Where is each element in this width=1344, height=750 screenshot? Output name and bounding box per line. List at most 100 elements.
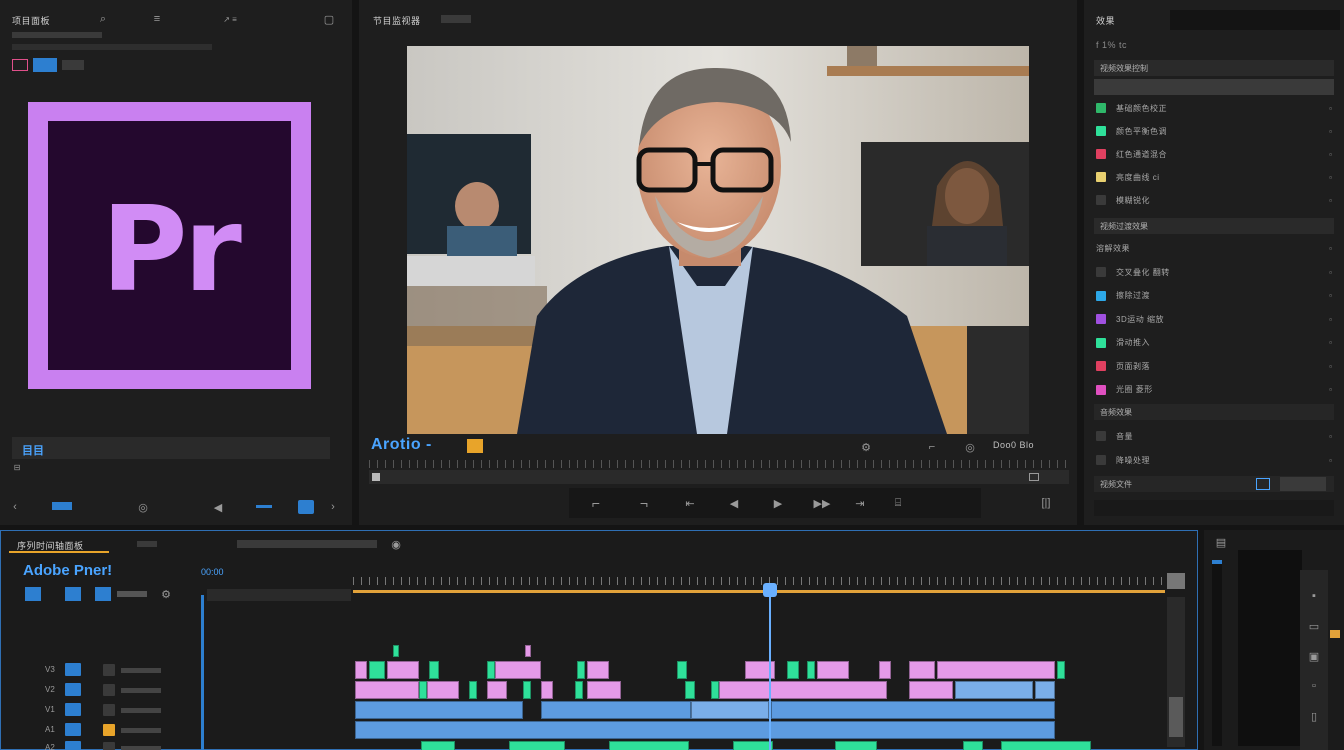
- new-bin-icon[interactable]: [1256, 478, 1270, 490]
- track-mute-toggle[interactable]: [121, 746, 161, 750]
- mute-icon[interactable]: ▭: [1307, 620, 1321, 633]
- meter-scale-icon[interactable]: ▫: [1307, 680, 1321, 692]
- zoom-slider-top[interactable]: [1167, 573, 1185, 589]
- playhead-timecode[interactable]: 00:00: [201, 567, 224, 577]
- play-icon[interactable]: ▶: [767, 494, 789, 512]
- zoom-icon[interactable]: ⊟: [10, 462, 24, 472]
- slider-handle[interactable]: [52, 502, 72, 510]
- track-header[interactable]: V3: [1, 661, 201, 679]
- effects-search-input[interactable]: [1170, 10, 1340, 30]
- work-area-bar[interactable]: [353, 590, 1165, 593]
- timeline-controls[interactable]: [237, 540, 377, 548]
- timeline-clip[interactable]: [787, 661, 799, 679]
- timeline-clip[interactable]: [575, 681, 583, 699]
- fx-item[interactable]: 擦除过渡 ▫: [1096, 286, 1332, 306]
- timeline-clip[interactable]: [355, 721, 1055, 739]
- solo-icon[interactable]: ▪: [1307, 590, 1321, 602]
- timeline-clip[interactable]: [807, 661, 815, 679]
- fx-group-audio[interactable]: 音频效果: [1094, 404, 1334, 420]
- fx-item[interactable]: 页面剥落 ▫: [1096, 356, 1332, 376]
- timeline-clip[interactable]: [421, 741, 455, 750]
- step-forward-icon[interactable]: ▶▶: [811, 494, 833, 512]
- track-mute-toggle[interactable]: [121, 688, 161, 693]
- timeline-clip[interactable]: [937, 661, 1055, 679]
- go-to-out-icon[interactable]: ⇥: [849, 494, 871, 512]
- vertical-scrollbar[interactable]: [1167, 597, 1185, 747]
- track-header[interactable]: A1: [1, 721, 201, 739]
- audio-icon[interactable]: ◀: [210, 500, 226, 514]
- track-header[interactable]: V2: [1, 681, 201, 699]
- wrench-icon[interactable]: ◎: [963, 440, 977, 454]
- timeline-menu[interactable]: [137, 541, 157, 547]
- scrubber-end-icon[interactable]: [1029, 473, 1039, 481]
- meters-menu-icon[interactable]: ▤: [1214, 536, 1228, 549]
- search-icon[interactable]: ⌕: [96, 12, 110, 26]
- fx-group-video-file[interactable]: 视频文件: [1094, 476, 1334, 492]
- track-target-toggle[interactable]: [65, 723, 81, 736]
- fx-item[interactable]: 交叉叠化 翻转 ▫: [1096, 262, 1332, 282]
- step-back-icon[interactable]: ◀: [723, 494, 745, 512]
- fx-group-transitions[interactable]: 视频过渡效果: [1094, 218, 1334, 234]
- timeline-clip[interactable]: [719, 681, 887, 699]
- timeline-clip[interactable]: [495, 661, 541, 679]
- timeline-clip[interactable]: [685, 681, 695, 699]
- playhead[interactable]: [769, 587, 771, 750]
- search-field[interactable]: 目目: [12, 437, 330, 459]
- snap-toggle[interactable]: [25, 587, 41, 601]
- fx-item[interactable]: 溶解效果 ▫: [1096, 238, 1332, 258]
- fx-item[interactable]: 红色通道混合 ▫: [1096, 144, 1332, 164]
- effects-panel-title[interactable]: 效果: [1096, 14, 1115, 27]
- timeline-settings[interactable]: [117, 591, 147, 597]
- filter-icon[interactable]: ≡: [150, 12, 164, 26]
- track-target-toggle[interactable]: [65, 741, 81, 750]
- video-preview[interactable]: [407, 46, 1029, 434]
- track-target-toggle[interactable]: [65, 703, 81, 716]
- fx-item[interactable]: 颜色平衡色调 ▫: [1096, 121, 1332, 141]
- track-lock-toggle[interactable]: [103, 724, 115, 736]
- marker-icon[interactable]: ⌐: [925, 440, 939, 454]
- fx-item[interactable]: 模糊锐化 ▫: [1096, 190, 1332, 210]
- fx-item[interactable]: 亮度曲线 ci ▫: [1096, 167, 1332, 187]
- fit-zoom-dropdown[interactable]: [467, 439, 483, 453]
- timeline-clip[interactable]: [393, 645, 399, 657]
- timeline-clip[interactable]: [429, 661, 439, 679]
- timeline-clip[interactable]: [1001, 741, 1091, 750]
- timeline-clip[interactable]: [541, 701, 691, 719]
- settings-icon[interactable]: ◉: [389, 537, 403, 551]
- timeline-clip[interactable]: [963, 741, 983, 750]
- timeline-clip[interactable]: [487, 681, 507, 699]
- timeline-clip[interactable]: [677, 661, 687, 679]
- track-lock-toggle[interactable]: [103, 704, 115, 716]
- linked-selection-toggle[interactable]: [65, 587, 81, 601]
- current-timecode[interactable]: Arotio -: [371, 436, 432, 454]
- wrench-icon[interactable]: ⚙: [159, 587, 173, 601]
- timeline-clip[interactable]: [1035, 681, 1055, 699]
- timeline-clip[interactable]: [355, 701, 523, 719]
- timeline-clip[interactable]: [355, 681, 419, 699]
- monitor-menu[interactable]: [441, 15, 471, 23]
- timeline-clip[interactable]: [487, 661, 495, 679]
- track-mute-toggle[interactable]: [121, 668, 161, 673]
- timeline-clip[interactable]: [909, 681, 953, 699]
- track-lock-toggle[interactable]: [103, 684, 115, 696]
- timeline-clip[interactable]: [879, 661, 891, 679]
- playhead-handle[interactable]: [763, 583, 777, 597]
- list-view-toggle[interactable]: [33, 58, 57, 72]
- track-lock-toggle[interactable]: [103, 664, 115, 676]
- timeline-clip[interactable]: [711, 681, 719, 699]
- back-icon[interactable]: ‹: [8, 500, 22, 514]
- fx-item[interactable]: 音量 ▫: [1096, 426, 1332, 446]
- icon-view-toggle[interactable]: [62, 60, 84, 70]
- timeline-clip[interactable]: [509, 741, 565, 750]
- add-marker-button[interactable]: [95, 587, 111, 601]
- export-frame-icon[interactable]: ⌸: [887, 494, 909, 512]
- fx-item[interactable]: 降噪处理 ▫: [1096, 450, 1332, 470]
- settings-icon[interactable]: ⚙: [859, 440, 873, 454]
- program-monitor-title[interactable]: 节目监视器: [373, 14, 421, 27]
- meter-peak-icon[interactable]: ▯: [1307, 710, 1321, 723]
- timeline-clip[interactable]: [387, 661, 419, 679]
- fx-item[interactable]: 3D运动 缩放 ▫: [1096, 309, 1332, 329]
- track-target-toggle[interactable]: [65, 663, 81, 676]
- timeline-clip[interactable]: [587, 681, 621, 699]
- track-mute-toggle[interactable]: [121, 708, 161, 713]
